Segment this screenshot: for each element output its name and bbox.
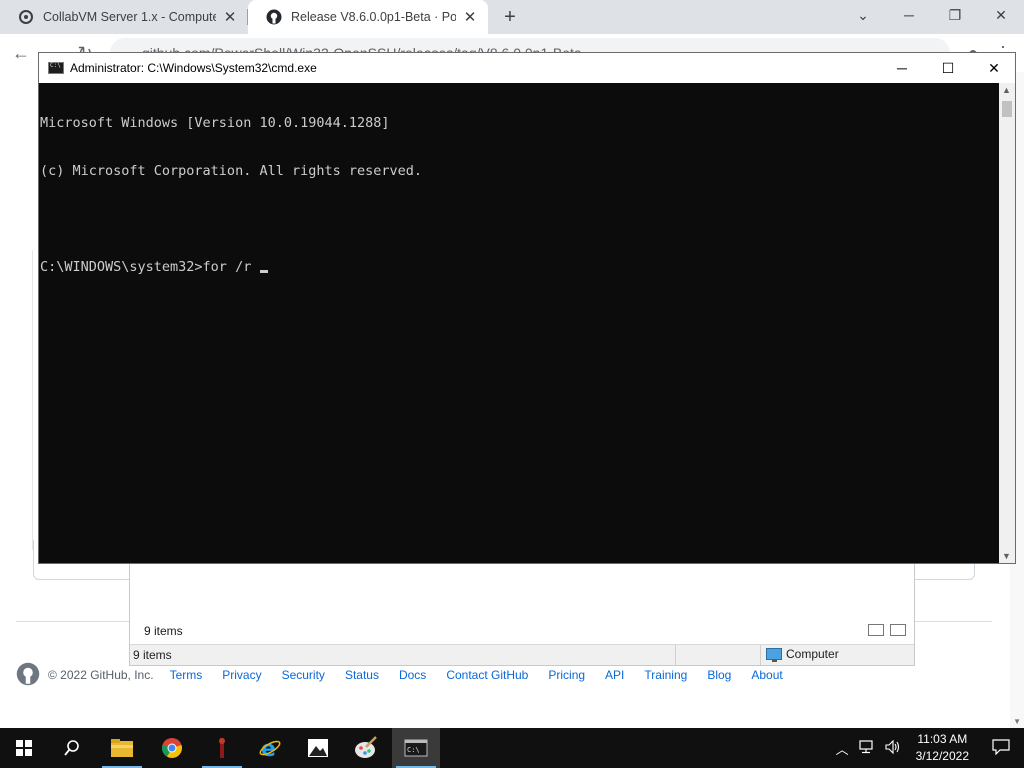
footer-link-contact[interactable]: Contact GitHub [446, 668, 528, 682]
footer-copyright: © 2022 GitHub, Inc. [48, 668, 154, 682]
scroll-thumb[interactable] [1002, 101, 1012, 117]
clock[interactable]: 11:03 AM 3/12/2022 [916, 731, 969, 765]
system-tray: ︿ 11:03 AM 3/12/2022 [831, 728, 1024, 768]
status-zone-label: Computer [786, 647, 839, 661]
cmd-window[interactable]: Administrator: C:\Windows\System32\cmd.e… [38, 52, 1016, 564]
restore-icon[interactable]: ❐ [932, 0, 978, 30]
console-prompt-line[interactable]: C:\WINDOWS\system32>for /r [40, 259, 999, 275]
close-icon[interactable]: ✕ [978, 0, 1024, 30]
explorer-status-bar: 9 items Computer [130, 644, 914, 665]
taskbar-chrome[interactable] [148, 728, 196, 768]
taskbar-cmd[interactable]: C:\ [392, 728, 440, 768]
start-button[interactable] [0, 728, 48, 768]
console-prompt: C:\WINDOWS\system32>for /r [40, 259, 260, 275]
scroll-down-icon[interactable]: ▼ [1013, 717, 1021, 726]
tab-search-icon[interactable]: ⌄ [840, 0, 886, 30]
footer-link-docs[interactable]: Docs [399, 668, 426, 682]
photos-icon [308, 739, 328, 757]
tab-collabvm[interactable]: CollabVM Server 1.x - Computer ✕ [0, 0, 248, 34]
footer-link-security[interactable]: Security [282, 668, 325, 682]
github-icon [266, 9, 282, 25]
paint-icon [355, 736, 377, 758]
chrome-icon [162, 738, 182, 758]
console-line: Microsoft Windows [Version 10.0.19044.12… [40, 115, 390, 131]
taskbar-internet-explorer[interactable]: e [246, 728, 294, 768]
cmd-scrollbar[interactable]: ▲ ▼ [999, 83, 1015, 563]
clock-date: 3/12/2022 [915, 749, 969, 763]
app-icon [219, 738, 225, 758]
close-icon[interactable]: ✕ [222, 8, 238, 26]
github-logo-icon[interactable] [16, 662, 40, 689]
taskbar-file-explorer[interactable] [98, 728, 146, 768]
footer-link-training[interactable]: Training [644, 668, 687, 682]
scroll-up-icon[interactable]: ▲ [1002, 85, 1011, 95]
computer-icon [766, 648, 782, 662]
svg-text:C:\: C:\ [407, 746, 420, 754]
view-switcher [868, 624, 906, 636]
details-view-icon[interactable] [868, 624, 884, 636]
internet-explorer-icon: e [259, 737, 281, 760]
scroll-down-icon[interactable]: ▼ [1002, 551, 1011, 561]
search-button[interactable] [48, 728, 96, 768]
new-tab-button[interactable]: + [498, 5, 522, 29]
cmd-title: Administrator: C:\Windows\System32\cmd.e… [70, 61, 317, 75]
footer-link-status[interactable]: Status [345, 668, 379, 682]
file-explorer-window: 9 items 9 items Computer [129, 560, 915, 666]
collabvm-icon [18, 9, 34, 25]
tab-title: Release V8.6.0.0p1-Beta · PowerS [291, 10, 456, 24]
status-separator [760, 645, 761, 665]
minimize-icon[interactable]: ─ [879, 53, 925, 83]
github-footer: © 2022 GitHub, Inc. Terms Privacy Securi… [16, 662, 803, 689]
volume-icon[interactable] [885, 739, 901, 757]
footer-link-blog[interactable]: Blog [707, 668, 731, 682]
maximize-icon[interactable]: ☐ [925, 53, 971, 83]
taskbar-app[interactable] [198, 728, 246, 768]
cmd-console[interactable]: Microsoft Windows [Version 10.0.19044.12… [39, 83, 999, 563]
windows-logo-icon [16, 740, 32, 756]
cmd-icon[interactable] [48, 62, 64, 74]
notification-icon[interactable] [992, 738, 1010, 758]
text-cursor [260, 270, 269, 273]
close-icon[interactable]: ✕ [971, 53, 1017, 83]
minimize-icon[interactable]: ─ [886, 0, 932, 30]
back-icon[interactable]: ← [8, 40, 34, 66]
search-icon [64, 740, 79, 756]
footer-link-terms[interactable]: Terms [170, 668, 203, 682]
large-icons-view-icon[interactable] [890, 624, 906, 636]
chevron-up-icon[interactable]: ︿ [836, 739, 849, 758]
network-icon[interactable] [859, 739, 875, 757]
close-icon[interactable]: ✕ [462, 8, 478, 26]
clock-time: 11:03 AM [917, 732, 968, 746]
file-explorer-icon [111, 739, 133, 757]
item-count: 9 items [144, 624, 183, 638]
footer-link-privacy[interactable]: Privacy [222, 668, 261, 682]
tab-github-release[interactable]: Release V8.6.0.0p1-Beta · PowerS ✕ [248, 0, 488, 34]
taskbar-photos[interactable] [294, 728, 342, 768]
cmd-titlebar[interactable]: Administrator: C:\Windows\System32\cmd.e… [39, 53, 1015, 83]
status-separator [675, 645, 676, 665]
footer-link-pricing[interactable]: Pricing [548, 668, 585, 682]
cmd-icon: C:\ [404, 739, 428, 757]
footer-link-about[interactable]: About [751, 668, 782, 682]
browser-tabstrip: CollabVM Server 1.x - Computer ✕ Release… [0, 0, 1024, 34]
tab-title: CollabVM Server 1.x - Computer [43, 10, 216, 24]
console-line: (c) Microsoft Corporation. All rights re… [40, 163, 423, 179]
taskbar: e C:\ ︿ 11:03 AM 3/12/2022 [0, 728, 1024, 768]
page-divider [32, 250, 33, 550]
footer-link-api[interactable]: API [605, 668, 624, 682]
taskbar-paint[interactable] [342, 728, 390, 768]
status-item-count: 9 items [133, 648, 172, 662]
status-zone: Computer [766, 647, 839, 662]
